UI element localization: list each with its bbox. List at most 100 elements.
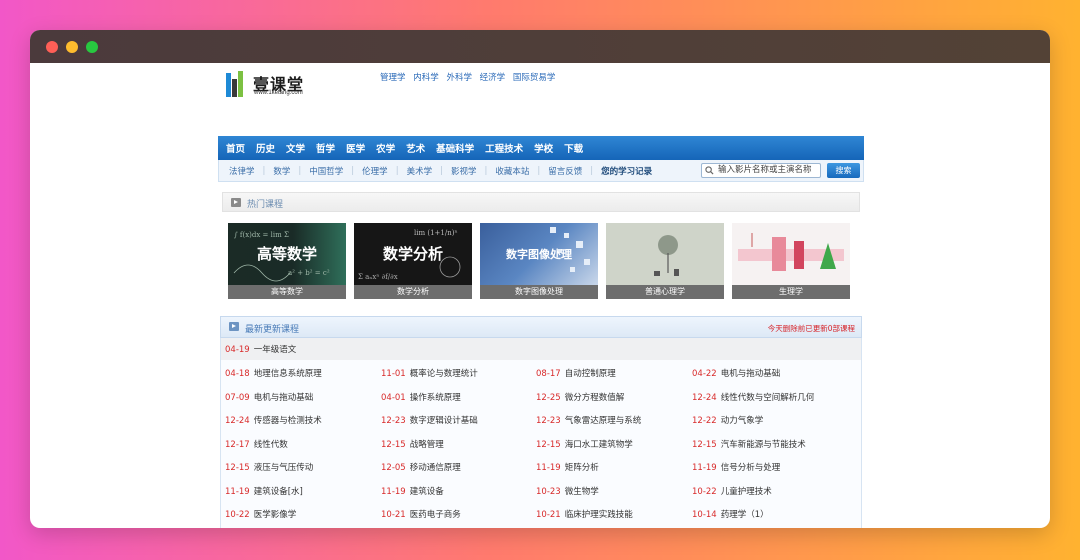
- minimize-window-button[interactable]: [66, 41, 78, 53]
- course-caption: 生理学: [732, 285, 850, 299]
- course-title: 医药电子商务: [409, 510, 461, 520]
- top-link[interactable]: 内科学: [413, 73, 439, 83]
- course-entry[interactable]: 12-05 移动通信原理: [381, 461, 461, 473]
- close-window-button[interactable]: [46, 41, 58, 53]
- nav-item[interactable]: 下载: [564, 141, 583, 155]
- course-card-analysis[interactable]: lim (1+1/n)ⁿ Σ aₙxⁿ ∂f/∂x 数学分析 数学分析: [354, 223, 472, 300]
- course-title: 动力气象学: [720, 416, 764, 426]
- course-entry[interactable]: 12-17 线性代数: [225, 438, 288, 450]
- course-date: 12-15: [692, 439, 717, 450]
- course-date: 11-19: [536, 463, 561, 473]
- course-entry[interactable]: 11-01 概率论与数理统计: [381, 367, 478, 379]
- course-entry[interactable]: 11-19 矩阵分析: [536, 461, 599, 473]
- course-entry[interactable]: 12-24 传感器与检测技术: [225, 414, 322, 426]
- course-entry[interactable]: 10-23 微生物学: [536, 485, 599, 497]
- course-title: 移动通信原理: [409, 463, 461, 473]
- nav-item[interactable]: 工程技术: [485, 141, 523, 155]
- course-card-physiology[interactable]: 生理学: [732, 223, 850, 300]
- feedback-link[interactable]: 留言反馈: [548, 165, 582, 177]
- course-entry[interactable]: 12-15 战略管理: [381, 438, 444, 450]
- course-title: 线性代数与空间解析几何: [720, 392, 815, 403]
- course-entry[interactable]: 12-24 线性代数与空间解析几何: [692, 391, 814, 403]
- subnav-item[interactable]: 美术学: [407, 165, 433, 177]
- course-title: 微分方程数值解: [564, 392, 625, 403]
- search-placeholder: 输入影片名称或主演名称: [718, 165, 812, 175]
- course-title: 汽车新能源与节能技术: [720, 439, 806, 450]
- study-history-link[interactable]: 您的学习记录: [601, 165, 652, 177]
- course-entry[interactable]: 12-15 汽车新能源与节能技术: [692, 438, 806, 450]
- course-entry[interactable]: 04-18 地理信息系统原理: [225, 367, 322, 379]
- course-entry[interactable]: 10-14 药理学（1）: [692, 508, 769, 520]
- course-date: 12-15: [381, 439, 406, 450]
- course-date: 10-23: [536, 486, 561, 497]
- divider: |: [395, 165, 399, 176]
- divider: |: [590, 165, 594, 176]
- course-date: 07-09: [225, 392, 250, 403]
- thumbnail-title: 数学分析: [382, 245, 443, 263]
- course-date: 12-23: [536, 416, 561, 426]
- nav-item[interactable]: 农学: [376, 141, 395, 155]
- nav-item[interactable]: 基础科学: [436, 141, 474, 155]
- subnav-item[interactable]: 伦理学: [362, 165, 388, 177]
- course-entry[interactable]: 12-23 数字逻辑设计基础: [381, 414, 478, 426]
- course-entry[interactable]: 10-21 临床护理实践技能: [536, 508, 633, 520]
- nav-item[interactable]: 历史: [256, 141, 275, 155]
- course-date: 12-24: [225, 416, 250, 426]
- nav-item[interactable]: 哲学: [316, 141, 335, 155]
- maximize-window-button[interactable]: [86, 41, 98, 53]
- course-entry[interactable]: 04-01 操作系统原理: [381, 391, 461, 403]
- course-card-calculus[interactable]: ∫ f(x)dx = lim Σ a² + b² = c² 高等数学 高等数学: [228, 223, 346, 300]
- site-logo[interactable]: 壹课堂 www.1ketang.com: [226, 69, 326, 99]
- subnav-item[interactable]: 影视学: [451, 165, 477, 177]
- course-card-image-processing[interactable]: 数字图像处理 数字图像处理: [480, 223, 598, 300]
- nav-item[interactable]: 文学: [286, 141, 305, 155]
- logo-mark-icon: [226, 71, 248, 97]
- course-date: 11-19: [225, 486, 250, 497]
- course-entry[interactable]: 11-19 建筑设备[水]: [225, 485, 303, 497]
- course-title: 传感器与检测技术: [253, 416, 322, 426]
- course-entry[interactable]: 12-25 微分方程数值解: [536, 391, 624, 403]
- course-entry[interactable]: 07-09 电机与拖动基础: [225, 391, 313, 403]
- subnav-item[interactable]: 数学: [273, 165, 290, 177]
- course-card-psychology[interactable]: 普通心理学: [606, 223, 724, 300]
- course-title: 微生物学: [564, 486, 599, 497]
- subnav-item[interactable]: 法律学: [229, 165, 255, 177]
- nav-item[interactable]: 首页: [226, 141, 245, 155]
- course-title: 建筑设备[水]: [253, 486, 303, 497]
- course-entry[interactable]: 12-15 海口水工建筑物学: [536, 438, 633, 450]
- subnav-item[interactable]: 中国哲学: [309, 165, 343, 177]
- course-caption: 普通心理学: [606, 285, 724, 299]
- course-entry[interactable]: 08-17 自动控制原理: [536, 367, 616, 379]
- course-title: 操作系统原理: [409, 392, 461, 403]
- course-entry[interactable]: 10-22 医学影像学: [225, 508, 296, 520]
- list-item[interactable]: 04-19 一年级语文: [221, 338, 861, 360]
- section-play-icon: [231, 198, 241, 207]
- course-entry[interactable]: 04-22 电机与拖动基础: [692, 367, 780, 379]
- search-button[interactable]: 搜索: [827, 163, 860, 178]
- course-title: 数字逻辑设计基础: [409, 416, 478, 426]
- top-link[interactable]: 外科学: [446, 73, 472, 83]
- bookmark-link[interactable]: 收藏本站: [495, 165, 529, 177]
- top-link[interactable]: 经济学: [480, 73, 506, 83]
- course-date: 11-01: [381, 369, 406, 379]
- course-entry[interactable]: 12-22 动力气象学: [692, 414, 763, 426]
- nav-item[interactable]: 艺术: [406, 141, 425, 155]
- course-title: 儿童护理技术: [720, 486, 772, 497]
- course-entry[interactable]: 12-15 液压与气压传动: [225, 461, 313, 473]
- latest-courses-header: 最新更新课程 今天删除前已更新0部课程: [220, 316, 862, 338]
- window-titlebar: [30, 30, 1050, 63]
- top-link[interactable]: 管理学: [380, 73, 406, 83]
- course-entry[interactable]: 10-21 医药电子商务: [381, 508, 461, 520]
- course-entry[interactable]: 12-23 气象雷达原理与系统: [536, 414, 641, 426]
- course-entry[interactable]: 04-19 一年级语文: [225, 343, 296, 355]
- course-title: 地理信息系统原理: [253, 369, 322, 379]
- course-entry[interactable]: 11-19 建筑设备: [381, 485, 444, 497]
- course-date: 11-19: [381, 486, 406, 497]
- top-link[interactable]: 国际贸易学: [513, 73, 556, 83]
- course-entry[interactable]: 11-19 信号分析与处理: [692, 461, 780, 473]
- nav-item[interactable]: 学校: [534, 141, 553, 155]
- search-input[interactable]: 输入影片名称或主演名称: [701, 163, 821, 178]
- course-title: 矩阵分析: [564, 463, 599, 473]
- nav-item[interactable]: 医学: [346, 141, 365, 155]
- course-entry[interactable]: 10-22 儿童护理技术: [692, 485, 772, 497]
